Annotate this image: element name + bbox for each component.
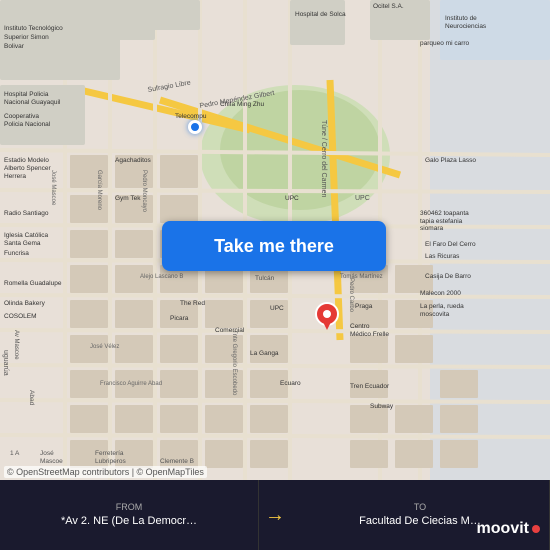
svg-text:Subway: Subway bbox=[370, 403, 394, 410]
svg-text:UPC: UPC bbox=[355, 195, 370, 202]
svg-text:Hospital de Solca: Hospital de Solca bbox=[295, 11, 346, 18]
moovit-logo: moovit bbox=[477, 520, 540, 538]
svg-text:Herrera: Herrera bbox=[4, 173, 26, 180]
current-location-dot bbox=[188, 120, 202, 134]
destination-stop[interactable]: TO Facultad De Ciecias M… bbox=[291, 480, 550, 550]
svg-text:La perla, rueda: La perla, rueda bbox=[420, 303, 464, 310]
svg-text:García Moreno: García Moreno bbox=[96, 170, 102, 211]
svg-text:El Faro Del Cerro: El Faro Del Cerro bbox=[425, 241, 476, 248]
svg-text:Tulcán: Tulcán bbox=[255, 275, 275, 282]
moovit-dot bbox=[532, 525, 540, 533]
origin-stop[interactable]: FROM *Av 2. NE (De La Democr… bbox=[0, 480, 259, 550]
origin-stop-label: *Av 2. NE (De La Democr… bbox=[61, 514, 197, 528]
origin-label-prefix: FROM bbox=[116, 502, 143, 512]
svg-text:Instituto Tecnológico: Instituto Tecnológico bbox=[4, 25, 63, 32]
svg-text:Francisco Aguirre Abad: Francisco Aguirre Abad bbox=[100, 381, 162, 387]
map-attribution: © OpenStreetMap contributors | © OpenMap… bbox=[4, 466, 207, 478]
destination-stop-label: Facultad De Ciecias M… bbox=[359, 514, 481, 528]
destination-pin bbox=[315, 302, 339, 339]
svg-text:Clemente B: Clemente B bbox=[160, 458, 194, 465]
svg-text:Cooperativa: Cooperativa bbox=[4, 113, 39, 120]
svg-text:Av Mascoe: Av Mascoe bbox=[13, 330, 19, 360]
bottom-bar: FROM *Av 2. NE (De La Democr… → TO Facul… bbox=[0, 480, 550, 550]
svg-text:Médico Frelle: Médico Frelle bbox=[350, 331, 389, 338]
svg-text:UPC: UPC bbox=[270, 305, 284, 312]
svg-text:Tren Ecuador: Tren Ecuador bbox=[350, 383, 390, 390]
dest-label-prefix: TO bbox=[414, 502, 426, 512]
svg-text:Alejo Lascano B: Alejo Lascano B bbox=[140, 274, 183, 280]
svg-text:José: José bbox=[40, 450, 54, 457]
svg-text:Túne / Cerro del Carmen: Túne / Cerro del Carmen bbox=[320, 120, 327, 198]
svg-text:Radio Santiago: Radio Santiago bbox=[4, 210, 49, 217]
svg-text:Alberto Spencer: Alberto Spencer bbox=[4, 165, 51, 172]
svg-text:1 A: 1 A bbox=[10, 450, 20, 457]
svg-text:360462 toapanta: 360462 toapanta bbox=[420, 210, 469, 217]
svg-text:Hospital Policia: Hospital Policia bbox=[4, 91, 49, 98]
svg-text:Nacional Guayaquil: Nacional Guayaquil bbox=[4, 99, 61, 106]
svg-text:José Vélez: José Vélez bbox=[90, 344, 119, 350]
svg-text:Picara: Picara bbox=[170, 315, 189, 322]
svg-text:Superior Simon: Superior Simon bbox=[4, 34, 49, 41]
svg-text:moscovita: moscovita bbox=[420, 311, 450, 318]
svg-text:Iglesia Católica: Iglesia Católica bbox=[4, 232, 48, 239]
svg-text:Tomás Martínez: Tomás Martínez bbox=[340, 274, 383, 280]
svg-text:uguarúa: uguarúa bbox=[2, 350, 9, 376]
arrow-container: → bbox=[259, 480, 291, 550]
svg-text:Chifa Ming Zhu: Chifa Ming Zhu bbox=[220, 101, 264, 108]
svg-text:José Mascoe: José Mascoe bbox=[50, 170, 56, 206]
svg-text:Pedro Moncayo: Pedro Moncayo bbox=[141, 170, 147, 213]
svg-text:Telecompu: Telecompu bbox=[175, 113, 207, 120]
svg-text:COSOLEM: COSOLEM bbox=[4, 313, 37, 320]
svg-text:Mascoe: Mascoe bbox=[40, 458, 63, 465]
svg-text:Romella Guadalupe: Romella Guadalupe bbox=[4, 280, 62, 287]
svg-text:Bolivar: Bolivar bbox=[4, 43, 25, 50]
svg-text:siomara: siomara bbox=[420, 225, 444, 232]
svg-text:Olinda Bakery: Olinda Bakery bbox=[4, 300, 46, 307]
svg-text:Tnte Gregorio Escobedo: Tnte Gregorio Escobedo bbox=[231, 330, 237, 396]
arrow-icon: → bbox=[265, 504, 285, 527]
take-me-there-button[interactable]: Take me there bbox=[162, 221, 386, 271]
svg-text:Las Ricuras: Las Ricuras bbox=[425, 253, 460, 260]
svg-text:Centro: Centro bbox=[350, 323, 370, 330]
map-container[interactable]: Sufragio Libre Pedro Menéndez Gilbert Tú… bbox=[0, 0, 550, 480]
svg-text:Casija De Barro: Casija De Barro bbox=[425, 273, 471, 280]
svg-text:tapia estefania: tapia estefania bbox=[420, 218, 463, 225]
svg-text:parqueo mi carro: parqueo mi carro bbox=[420, 40, 470, 47]
moovit-text: moovit bbox=[477, 520, 529, 538]
svg-text:Ecuaro: Ecuaro bbox=[280, 380, 301, 387]
svg-text:Galo Plaza Lasso: Galo Plaza Lasso bbox=[425, 157, 476, 164]
svg-text:Lubriperos: Lubriperos bbox=[95, 458, 126, 465]
svg-text:Ferretería: Ferretería bbox=[95, 450, 124, 457]
svg-text:Agachaditos: Agachaditos bbox=[115, 157, 152, 164]
svg-text:Abad: Abad bbox=[28, 390, 35, 406]
svg-text:UPC: UPC bbox=[285, 195, 299, 202]
svg-text:Ocitel S.A.: Ocitel S.A. bbox=[373, 3, 404, 10]
svg-text:Malecon 2000: Malecon 2000 bbox=[420, 290, 461, 297]
svg-text:Praga: Praga bbox=[355, 303, 373, 310]
svg-text:Policia Nacional: Policia Nacional bbox=[4, 121, 51, 128]
svg-text:Funcrisa: Funcrisa bbox=[4, 250, 29, 257]
svg-text:La Ganga: La Ganga bbox=[250, 350, 279, 357]
svg-text:Gym Tek: Gym Tek bbox=[115, 195, 141, 202]
svg-text:The Red: The Red bbox=[180, 300, 205, 307]
svg-text:Estadio Modelo: Estadio Modelo bbox=[4, 157, 49, 164]
svg-text:Santa Gema: Santa Gema bbox=[4, 240, 41, 247]
svg-text:Instituto de: Instituto de bbox=[445, 15, 477, 22]
svg-text:Neurociencias: Neurociencias bbox=[445, 23, 487, 30]
svg-text:Pedro Carbo: Pedro Carbo bbox=[348, 278, 354, 313]
svg-text:Comercial: Comercial bbox=[215, 327, 245, 334]
